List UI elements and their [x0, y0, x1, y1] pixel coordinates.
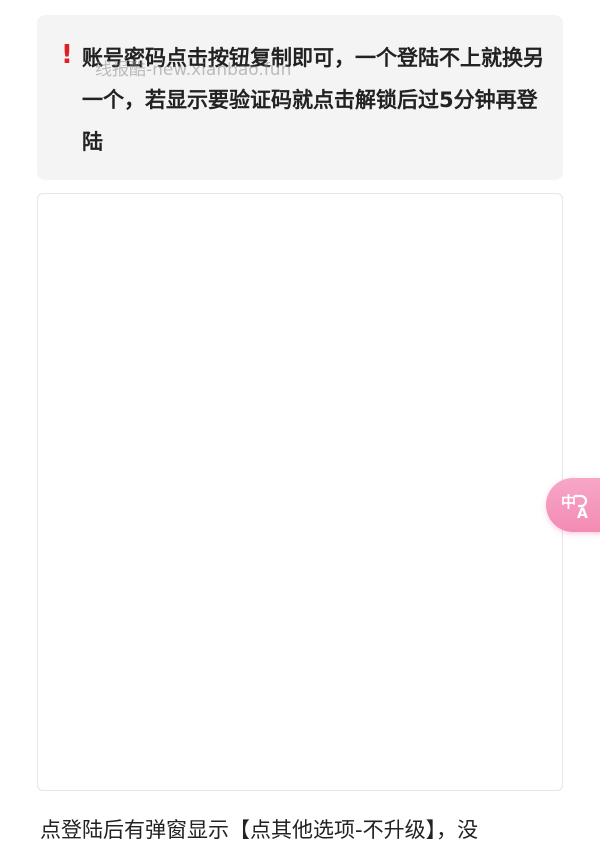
notice-box: ! 账号密码点击按钮复制即可，一个登陆不上就换另一个，若显示要验证码就点击解锁后… [37, 15, 563, 180]
translate-icon: 中 A [561, 493, 588, 520]
svg-text:中: 中 [561, 493, 576, 511]
embedded-content-frame [37, 193, 563, 791]
svg-text:A: A [577, 506, 588, 520]
notice-text: 账号密码点击按钮复制即可，一个登陆不上就换另一个，若显示要验证码就点击解锁后过5… [82, 46, 544, 154]
exclamation-icon: ! [61, 40, 73, 70]
translate-button[interactable]: 中 A [546, 478, 600, 532]
footer-text: 点登陆后有弹窗显示【点其他选项-不升级】，没 [40, 818, 479, 842]
